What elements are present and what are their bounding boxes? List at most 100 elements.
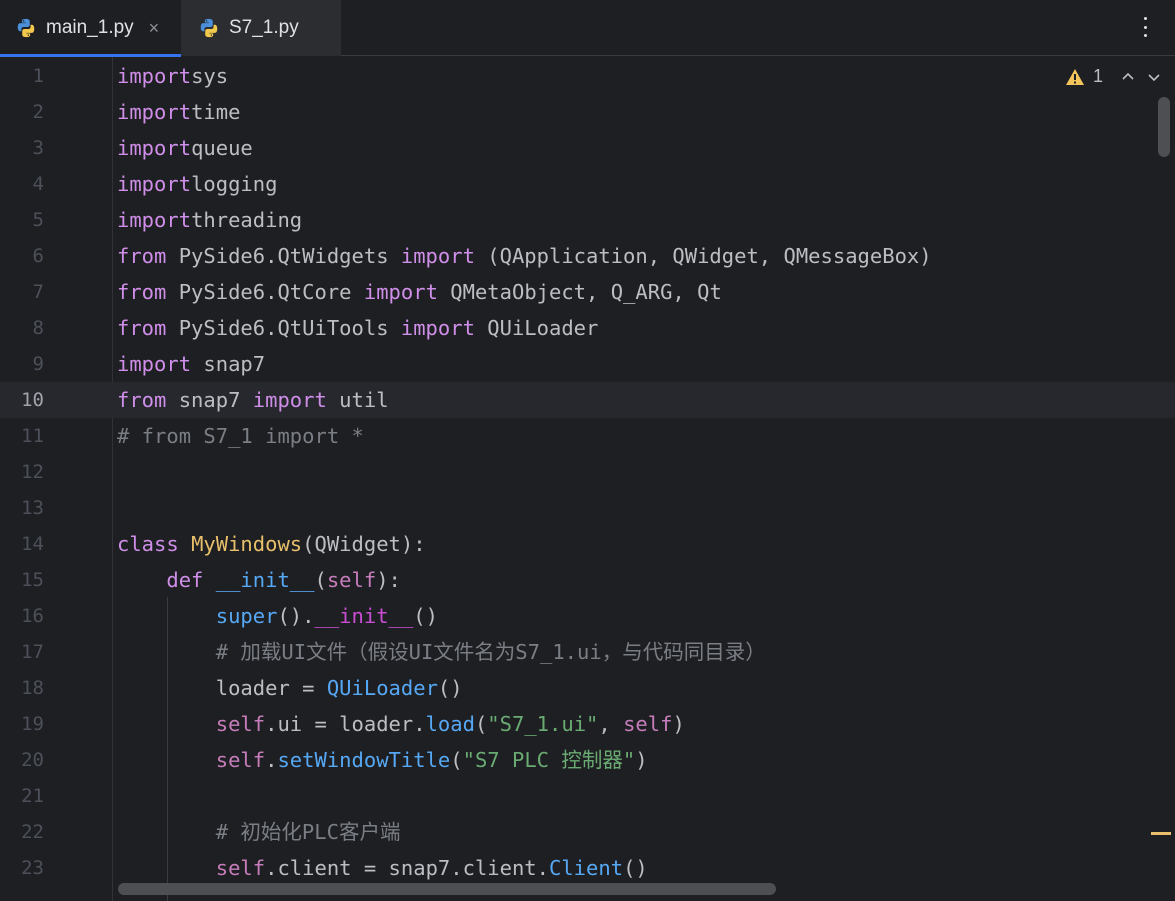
- code-token: self: [326, 568, 377, 592]
- line-number[interactable]: 21: [0, 778, 44, 814]
- code-token: (QWidget):: [302, 532, 426, 556]
- tab-label: main_1.py: [46, 17, 134, 38]
- code-token: snap7: [166, 388, 253, 412]
- code-token: time: [191, 100, 241, 124]
- code-line[interactable]: 21: [0, 778, 1175, 814]
- line-number[interactable]: 9: [0, 346, 44, 382]
- code-token: import: [363, 280, 438, 304]
- code-token: import: [252, 388, 327, 412]
- line-number[interactable]: 20: [0, 742, 44, 778]
- code-text: self.setWindowTitle("S7 PLC 控制器"): [117, 742, 648, 778]
- code-line[interactable]: 4 importlogging: [0, 166, 1175, 202]
- code-token: __init__: [215, 568, 315, 592]
- line-number[interactable]: 14: [0, 526, 44, 562]
- code-line[interactable]: 9 import snap7: [0, 346, 1175, 382]
- code-token: ,: [598, 712, 624, 736]
- code-text: self.ui = loader.load("S7_1.ui", self): [117, 706, 685, 742]
- code-line[interactable]: 23 self.client = snap7.client.Client(): [0, 850, 1175, 886]
- code-text: importsys: [117, 58, 228, 94]
- code-token: class: [117, 532, 179, 556]
- code-line[interactable]: 10 from snap7 import util: [0, 382, 1175, 418]
- line-number[interactable]: 1: [0, 58, 44, 94]
- code-token: "S7_1.ui": [487, 712, 599, 736]
- code-line[interactable]: 6 from PySide6.QtWidgets import (QApplica…: [0, 238, 1175, 274]
- code-token: (: [474, 712, 488, 736]
- code-token: import: [400, 316, 475, 340]
- code-line[interactable]: 16 super().__init__(): [0, 598, 1175, 634]
- chevron-up-icon[interactable]: [1121, 70, 1135, 84]
- horizontal-scrollbar[interactable]: [118, 883, 776, 895]
- code-token: (: [314, 568, 327, 592]
- tab-main-1-py[interactable]: main_1.py ×: [0, 0, 181, 57]
- code-token: util: [326, 388, 389, 412]
- code-line[interactable]: 17 # 加载UI文件（假设UI文件名为S7_1.ui，与代码同目录）: [0, 634, 1175, 670]
- code-line[interactable]: 12: [0, 454, 1175, 490]
- code-token: ):: [376, 568, 401, 592]
- code-text: def __init__(self):: [117, 562, 401, 598]
- line-number[interactable]: 19: [0, 706, 44, 742]
- line-number[interactable]: 12: [0, 454, 44, 490]
- code-token: self: [215, 856, 266, 880]
- code-line[interactable]: 5 importthreading: [0, 202, 1175, 238]
- more-options-icon[interactable]: [1135, 14, 1155, 40]
- code-line[interactable]: 14 class MyWindows(QWidget):: [0, 526, 1175, 562]
- code-line[interactable]: 11 # from S7_1 import *: [0, 418, 1175, 454]
- code-token: # 初始化PLC客户端: [215, 820, 401, 844]
- code-line[interactable]: 3 importqueue: [0, 130, 1175, 166]
- code-line[interactable]: 8 from PySide6.QtUiTools import QUiLoader: [0, 310, 1175, 346]
- code-line[interactable]: 13: [0, 490, 1175, 526]
- code-line[interactable]: 18 loader = QUiLoader(): [0, 670, 1175, 706]
- code-token: ): [672, 712, 685, 736]
- code-line[interactable]: 2 importtime: [0, 94, 1175, 130]
- vertical-scrollbar[interactable]: [1158, 97, 1170, 157]
- code-editor[interactable]: 1 importsys 2 importtime 3 importqueue 4 import…: [0, 57, 1175, 901]
- code-token: import: [117, 172, 192, 196]
- code-token: import: [117, 100, 192, 124]
- line-number[interactable]: 6: [0, 238, 44, 274]
- code-text: from PySide6.QtCore import QMetaObject, …: [117, 274, 722, 310]
- line-number[interactable]: 4: [0, 166, 44, 202]
- close-tab-icon[interactable]: ×: [149, 18, 160, 39]
- code-token: self: [215, 748, 266, 772]
- code-token: QMetaObject, Q_ARG, Qt: [437, 280, 722, 304]
- code-token: "S7 PLC 控制器": [462, 748, 636, 772]
- code-line[interactable]: 1 importsys: [0, 58, 1175, 94]
- line-number[interactable]: 18: [0, 670, 44, 706]
- code-line[interactable]: 22 # 初始化PLC客户端: [0, 814, 1175, 850]
- inspection-widget[interactable]: 1: [1065, 66, 1161, 87]
- line-number[interactable]: 16: [0, 598, 44, 634]
- line-number[interactable]: 8: [0, 310, 44, 346]
- code-line[interactable]: 20 self.setWindowTitle("S7 PLC 控制器"): [0, 742, 1175, 778]
- line-number[interactable]: 11: [0, 418, 44, 454]
- code-text: self.client = snap7.client.Client(): [117, 850, 648, 886]
- python-icon: [200, 18, 218, 38]
- tab-label: S7_1.py: [229, 17, 299, 38]
- code-token: .ui = loader.: [265, 712, 426, 736]
- code-text: importthreading: [117, 202, 302, 238]
- code-token: super: [215, 604, 278, 628]
- line-number[interactable]: 7: [0, 274, 44, 310]
- line-number[interactable]: 2: [0, 94, 44, 130]
- line-number[interactable]: 22: [0, 814, 44, 850]
- line-number[interactable]: 13: [0, 490, 44, 526]
- code-line[interactable]: 19 self.ui = loader.load("S7_1.ui", self…: [0, 706, 1175, 742]
- code-token: import: [117, 64, 192, 88]
- warning-stripe-marker[interactable]: [1151, 832, 1171, 835]
- code-line[interactable]: 15 def __init__(self):: [0, 562, 1175, 598]
- code-token: (QApplication, QWidget, QMessageBox): [474, 244, 932, 268]
- line-number[interactable]: 5: [0, 202, 44, 238]
- code-line[interactable]: 7 from PySide6.QtCore import QMetaObject,…: [0, 274, 1175, 310]
- line-number[interactable]: 3: [0, 130, 44, 166]
- code-text: loader = QUiLoader(): [117, 670, 463, 706]
- line-number[interactable]: 23: [0, 850, 44, 886]
- line-number[interactable]: 10: [0, 382, 44, 418]
- chevron-down-icon[interactable]: [1147, 70, 1161, 84]
- line-number[interactable]: 15: [0, 562, 44, 598]
- tab-s7-1-py[interactable]: S7_1.py: [181, 0, 341, 56]
- code-token: def: [166, 568, 204, 592]
- line-number[interactable]: 17: [0, 634, 44, 670]
